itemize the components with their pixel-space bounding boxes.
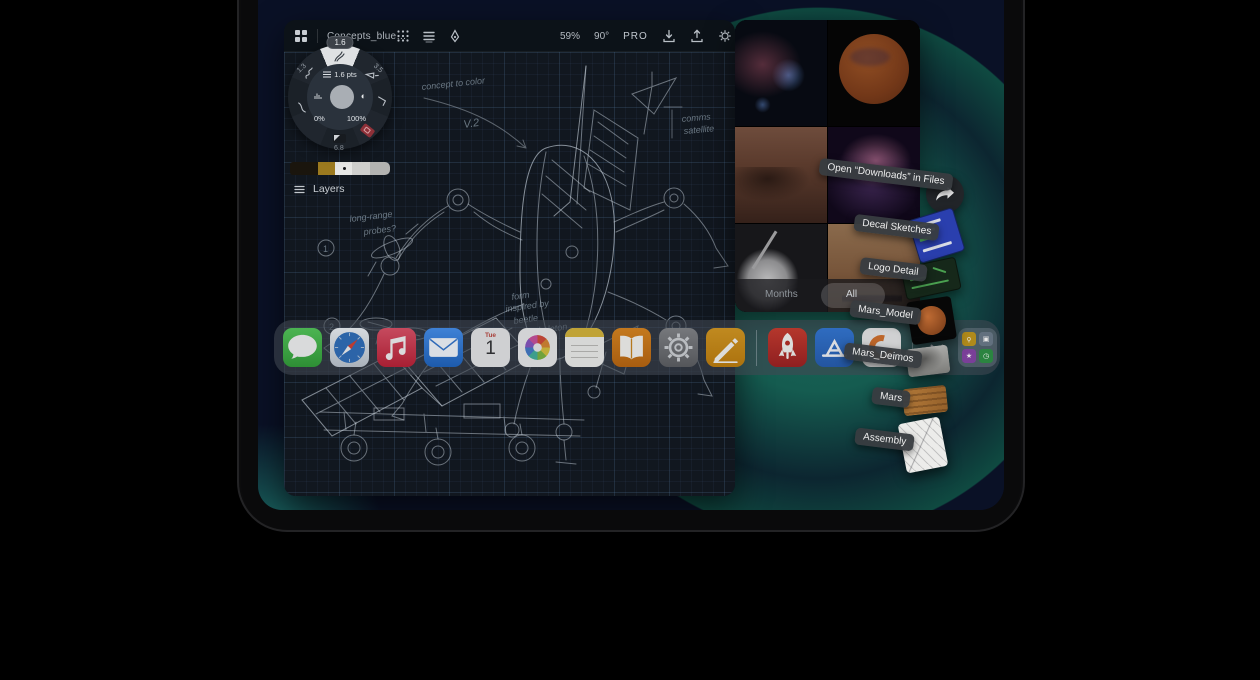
import-icon[interactable] [662,29,676,43]
photo-grid [735,20,920,312]
dock-divider [756,330,757,366]
dots-grid-icon[interactable] [396,29,410,43]
ipad-screen: Concepts_blue… [258,0,1004,510]
color-swatch-black[interactable] [290,162,318,175]
app-icon-books[interactable] [612,328,651,367]
opacity-min-label[interactable]: 0% [314,114,325,123]
photos-tab-bar: Months All [735,279,920,312]
app-icon-notes[interactable] [565,328,604,367]
app-icon-app-library[interactable]: ϙ ▣ ★ ◷ [958,328,997,367]
photo-thumbnail-mars-surface[interactable] [735,127,827,223]
opacity-max-label[interactable]: 100% [347,114,366,123]
line-weight-value[interactable]: 1.6 pts [334,70,357,79]
tool-wheel[interactable]: 1.6 1.3 3.5 [288,45,392,149]
app-icon-calendar[interactable]: Tue 1 [471,328,510,367]
tab-months[interactable]: Months [765,289,798,300]
settings-gear-glyph [659,328,698,367]
color-palette-bar[interactable] [290,162,390,175]
marker-tool-icon[interactable] [377,95,388,108]
color-preview-circle[interactable] [330,85,354,109]
app-icon-photos[interactable] [518,328,557,367]
color-swatch-gold[interactable] [318,162,335,175]
concepts-app-window[interactable]: Concepts_blue… [284,20,735,496]
safari-compass-icon [330,328,369,367]
messages-bubble-icon [283,328,322,367]
library-mini-tips-icon: ϙ [962,332,976,346]
library-mini-clock-icon: ◷ [979,349,993,363]
app-icon-concepts[interactable] [862,328,901,367]
photo-thumbnail-orion-nebula[interactable] [828,127,920,223]
library-mini-camera-icon: ▣ [979,332,993,346]
library-mini-star-icon: ★ [962,349,976,363]
selected-color-dot [343,167,346,170]
music-note-icon [377,328,416,367]
stacked-lines-icon[interactable] [422,29,436,43]
pro-badge[interactable]: PRO [623,31,648,42]
app-icon-mail[interactable] [424,328,463,367]
color-swatch-white[interactable] [335,162,352,175]
fill-tool-icon[interactable] [333,134,346,143]
eraser-tool-icon[interactable] [297,101,308,114]
toolbar-divider [317,29,318,43]
calendar-day: 1 [471,338,510,360]
annotation-comms-1: comms [681,111,711,124]
annotation-concept: concept to color [421,75,486,92]
concepts-c-logo [864,330,898,364]
rotation-angle[interactable]: 90° [594,31,609,42]
books-open-book-icon [612,328,651,367]
app-icon-app-store[interactable] [815,328,854,367]
tool-size-bottom: 6.8 [334,145,344,152]
app-icon-linea-sketch[interactable] [706,328,745,367]
annotation-probes-1: long-range [349,209,393,224]
dock-collapse-button[interactable] [924,328,950,367]
home-grid-icon[interactable] [294,29,308,43]
layers-label: Layers [313,183,345,195]
linea-pen-icon [706,328,745,367]
marker-1: 1 [323,244,328,254]
layers-menu-icon [294,185,305,194]
color-swatch-gray[interactable] [370,162,390,175]
annotation-probes-2: probes? [362,223,397,237]
texture-icon[interactable] [314,92,323,101]
app-store-a-icon [815,328,854,367]
export-share-icon[interactable] [690,29,704,43]
annotation-comms-2: satellite [683,123,714,136]
photo-thumbnail-mars-globe[interactable] [828,20,920,126]
app-icon-safari[interactable] [330,328,369,367]
rocket-icon [768,328,807,367]
photos-flower-icon [525,335,550,360]
color-swatch-lightgray[interactable] [352,162,370,175]
app-icon-messages[interactable] [283,328,322,367]
app-icon-music[interactable] [377,328,416,367]
pen-nib-icon[interactable] [448,29,462,43]
zoom-level[interactable]: 59% [560,31,580,42]
layers-button[interactable]: Layers [294,183,345,195]
photo-thumbnail-horsehead-nebula[interactable] [735,20,827,126]
dock-divider-2 [912,330,913,366]
tab-all[interactable]: All [846,289,857,300]
settings-gear-icon[interactable] [718,29,732,43]
opacity-icon[interactable]: ◐ [361,92,366,101]
app-icon-rocket[interactable] [768,328,807,367]
chevron-down-icon [930,344,944,352]
app-icon-settings[interactable] [659,328,698,367]
mail-envelope-icon [424,328,463,367]
line-weight-icon [323,71,331,78]
ipad-device-frame: Concepts_blue… [237,0,1025,532]
pencil-tool-icon[interactable] [333,50,347,63]
photos-app-window[interactable]: Months All [735,20,920,312]
annotation-version: V.2 [463,117,480,131]
tool-wheel-hub[interactable]: 1.6 pts ◐ 0% 100% [307,64,373,130]
dock: Tue 1 [274,320,1000,375]
active-tool-size-badge: 1.6 [326,36,353,49]
